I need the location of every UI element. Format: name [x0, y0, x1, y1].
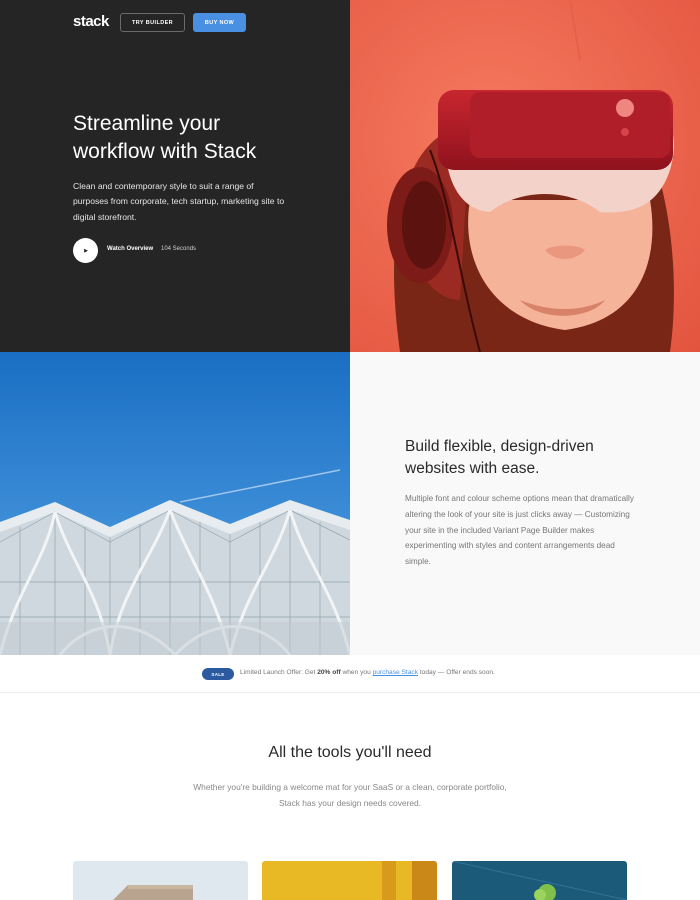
hero-title-line2: workflow with Stack	[73, 140, 257, 163]
play-video-button[interactable]: ▶	[73, 238, 98, 263]
buy-now-button[interactable]: BUY NOW	[193, 13, 246, 32]
launch-offer-bar: SALE Limited Launch Offer: Get 20% off w…	[0, 655, 700, 693]
feature-description: Multiple font and colour scheme options …	[405, 494, 634, 567]
tools-text-line2: Stack has your design needs covered.	[279, 798, 421, 808]
tool-card-blue[interactable]	[452, 861, 627, 900]
offer-middle: when you	[340, 669, 373, 676]
hero-panel: stack TRY BUILDER BUY NOW Streamline you…	[0, 0, 350, 352]
play-icon: ▶	[84, 247, 88, 254]
tools-title: All the tools you'll need	[268, 744, 432, 761]
vr-headset-image	[350, 0, 700, 352]
offer-text: Limited Launch Offer: Get 20% off when y…	[240, 669, 495, 676]
feature-title-line2: websites with ease.	[405, 460, 540, 477]
hero-title: Streamline your workflow with Stack	[73, 110, 323, 166]
hero-description: Clean and contemporary style to suit a r…	[73, 181, 285, 222]
hero-image	[350, 0, 700, 352]
building-image	[73, 861, 248, 900]
tool-card-yellow[interactable]	[262, 861, 437, 900]
offer-discount: 20% off	[317, 669, 341, 676]
tools-text-line1: Whether you're building a welcome mat fo…	[193, 782, 507, 792]
tools-description: Whether you're building a welcome mat fo…	[170, 779, 530, 811]
tool-card-building[interactable]	[73, 861, 248, 900]
sale-badge: SALE	[202, 668, 234, 680]
canopy-structure-image	[0, 352, 350, 655]
hero-title-line1: Streamline your	[73, 112, 221, 135]
feature-title-line1: Build flexible, design-driven	[405, 438, 594, 455]
offer-prefix: Limited Launch Offer: Get	[240, 669, 318, 676]
watch-duration: 104 Seconds	[161, 246, 197, 252]
logo[interactable]: stack	[73, 13, 109, 30]
try-builder-button[interactable]: TRY BUILDER	[120, 13, 185, 32]
offer-suffix: today — Offer ends soon.	[418, 669, 495, 676]
blue-plant-image	[452, 861, 627, 900]
hero-section: stack TRY BUILDER BUY NOW Streamline you…	[0, 0, 700, 352]
yellow-wall-image	[262, 861, 437, 900]
watch-overview-label[interactable]: Watch Overview	[107, 246, 153, 252]
feature-title: Build flexible, design-driven websites w…	[405, 436, 645, 480]
feature-panel: Build flexible, design-driven websites w…	[350, 352, 700, 655]
architecture-image	[0, 352, 350, 655]
purchase-stack-link[interactable]: purchase Stack	[373, 669, 418, 676]
